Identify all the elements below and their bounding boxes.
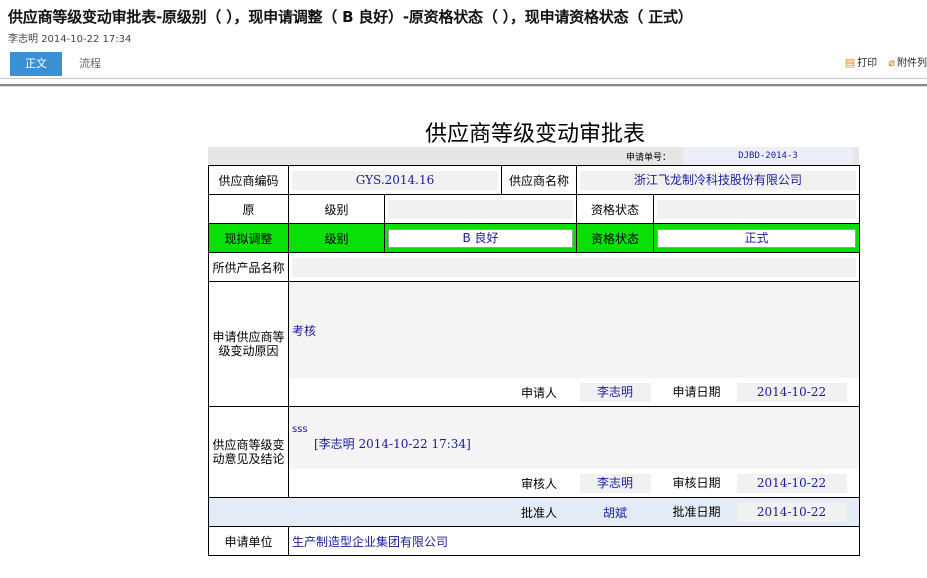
approver-cell: 胡斌 xyxy=(576,497,654,527)
supplier-name-label: 供应商名称 xyxy=(501,165,577,195)
reason-label: 申请供应商等级变动原因 xyxy=(208,281,289,407)
new-level-value: B 良好 xyxy=(388,228,573,248)
author-name: 李志明 xyxy=(8,34,38,45)
print-button[interactable]: ▤ 打印 xyxy=(845,54,877,69)
supplier-code-label: 供应商编码 xyxy=(208,165,289,195)
tab-workflow[interactable]: 流程 xyxy=(68,52,112,76)
new-status-cell: 正式 xyxy=(652,223,861,253)
toolbar: ▤ 打印 ⌀ 附件列 xyxy=(837,54,927,69)
applicant-value: 李志明 xyxy=(579,382,651,402)
review-date-value: 2014-10-22 xyxy=(736,473,847,493)
supplier-code-value: GYS.2014.16 xyxy=(292,170,498,190)
original-level-label: 级别 xyxy=(288,194,385,224)
approval-spacer xyxy=(208,497,502,527)
reviewer-spacer xyxy=(288,469,502,498)
form-table: 供应商编码 GYS.2014.16 供应商名称 浙江飞龙制冷科技股份有限公司 原… xyxy=(208,165,861,556)
tab-bar: 正文 流程 xyxy=(0,50,927,79)
opinion-text-area: sss [李志明 2014-10-22 17:34] xyxy=(287,406,861,469)
application-number-label: 申请单号： xyxy=(626,153,672,163)
opinion-row: 供应商等级变动意见及结论 sss [李志明 2014-10-22 17:34] xyxy=(208,406,861,498)
new-level-label: 级别 xyxy=(288,223,385,253)
applicant-label: 申请人 xyxy=(501,378,577,407)
supplier-name-value: 浙江飞龙制冷科技股份有限公司 xyxy=(580,170,857,190)
approval-form: 申请单号： DJBD-2014-3 供应商编码 GYS.2014.16 供应商名… xyxy=(208,147,861,556)
original-level-value xyxy=(388,199,573,219)
applicant-spacer xyxy=(288,378,502,407)
supplier-code-cell: GYS.2014.16 xyxy=(288,165,502,195)
approver-label: 批准人 xyxy=(501,497,577,527)
document-title: 供应商等级变动审批表-原级别（ ），现申请调整（ B 良好）-原资格状态（ ），… xyxy=(8,8,693,26)
approve-date-value: 2014-10-22 xyxy=(736,502,847,522)
reviewer-row: 审核人 李志明 审核日期 2014-10-22 xyxy=(209,469,861,498)
proposed-adjust-row: 现拟调整 级别 B 良好 资格状态 正式 xyxy=(208,223,861,253)
new-status-value: 正式 xyxy=(657,228,857,248)
reviewer-label: 审核人 xyxy=(501,469,577,498)
original-level-cell xyxy=(384,194,577,224)
reviewer-value: 李志明 xyxy=(579,473,651,493)
proposed-adjust-label: 现拟调整 xyxy=(208,223,289,253)
unit-label: 申请单位 xyxy=(208,526,289,556)
header-divider xyxy=(0,84,927,87)
approve-date-cell: 批准日期 2014-10-22 xyxy=(653,497,861,527)
review-date-cell: 审核日期 2014-10-22 xyxy=(653,469,861,498)
apply-date-cell: 申请日期 2014-10-22 xyxy=(653,378,861,407)
unit-value: 生产制造型企业集团有限公司 xyxy=(292,534,449,549)
review-date-label: 审核日期 xyxy=(672,475,721,490)
opinion-text: sss xyxy=(292,424,308,435)
opinion-signature: [李志明 2014-10-22 17:34] xyxy=(314,437,471,451)
products-value xyxy=(292,257,857,277)
reason-row: 申请供应商等级变动原因 考核 xyxy=(208,281,861,407)
original-label: 原 xyxy=(208,194,289,224)
paperclip-icon: ⌀ xyxy=(888,56,895,69)
reason-text: 考核 xyxy=(292,323,317,338)
unit-row: 申请单位 生产制造型企业集团有限公司 xyxy=(208,526,861,556)
opinion-label: 供应商等级变动意见及结论 xyxy=(208,406,289,498)
attachment-list-button[interactable]: ⌀ 附件列 xyxy=(888,54,927,69)
printer-icon: ▤ xyxy=(844,56,856,69)
original-status-label: 资格状态 xyxy=(576,194,654,224)
original-row: 原 级别 资格状态 xyxy=(208,194,861,224)
reason-text-area: 考核 xyxy=(287,281,861,378)
original-status-cell xyxy=(652,194,861,224)
application-number-row: 申请单号： DJBD-2014-3 xyxy=(208,147,859,165)
apply-date-label: 申请日期 xyxy=(672,384,721,399)
document-datetime: 2014-10-22 17:34 xyxy=(41,34,132,45)
original-status-value xyxy=(657,199,857,219)
apply-date-value: 2014-10-22 xyxy=(736,382,847,402)
approve-date-label: 批准日期 xyxy=(672,504,721,519)
supplier-row: 供应商编码 GYS.2014.16 供应商名称 浙江飞龙制冷科技股份有限公司 xyxy=(208,165,861,195)
reviewer-cell: 李志明 xyxy=(576,469,654,498)
applicant-cell: 李志明 xyxy=(576,378,654,407)
tab-main-text[interactable]: 正文 xyxy=(10,52,62,76)
form-title: 供应商等级变动审批表 xyxy=(424,122,645,147)
print-label: 打印 xyxy=(857,58,878,69)
new-status-label: 资格状态 xyxy=(576,223,654,253)
approval-row: 批准人 胡斌 批准日期 2014-10-22 xyxy=(208,497,861,527)
supplier-name-cell: 浙江飞龙制冷科技股份有限公司 xyxy=(575,165,861,195)
attachment-label: 附件列 xyxy=(897,58,927,69)
products-row: 所供产品名称 xyxy=(208,252,861,282)
products-label: 所供产品名称 xyxy=(208,252,289,282)
new-level-cell: B 良好 xyxy=(384,223,577,253)
applicant-row: 申请人 李志明 申请日期 2014-10-22 xyxy=(209,378,861,407)
application-number-value: DJBD-2014-3 xyxy=(683,147,853,165)
products-cell xyxy=(287,252,861,282)
approver-value: 胡斌 xyxy=(602,505,627,520)
unit-cell: 生产制造型企业集团有限公司 xyxy=(287,526,861,556)
document-meta: 李志明 2014-10-22 17:34 xyxy=(8,30,131,45)
